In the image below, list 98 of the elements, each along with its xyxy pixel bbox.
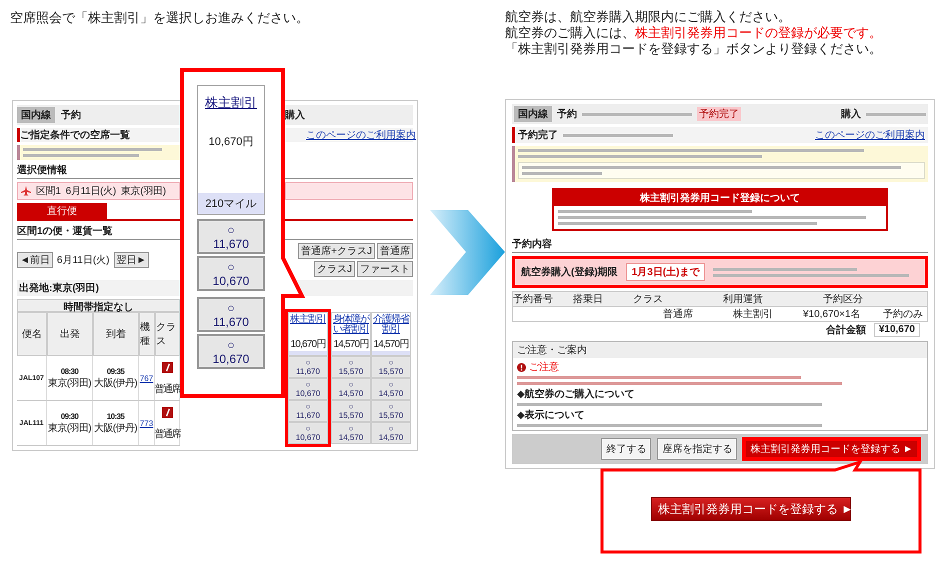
table-cell-text: ¥10,670×1名 bbox=[803, 308, 862, 321]
instruction-text: 航空券のご購入には、株主割引発券用コードの登録が必要です。 bbox=[505, 25, 883, 41]
fare-name-link[interactable]: 身体障がい者割引 bbox=[332, 315, 370, 335]
direct-flight-tab[interactable]: 直行便 bbox=[17, 203, 107, 219]
fare-option[interactable]: ○ 11,670 bbox=[288, 356, 328, 378]
fare-option[interactable]: ○ 11,670 bbox=[288, 400, 328, 422]
nav-step: 購入 bbox=[841, 107, 861, 121]
fare-name-link[interactable]: 株主割引 bbox=[290, 315, 326, 325]
column-header: 機種 bbox=[139, 312, 155, 356]
chevron-arrow-icon bbox=[430, 210, 505, 295]
arrival-airport: 大阪(伊丹) bbox=[94, 376, 138, 390]
notes-section-heading: ◆表示について bbox=[517, 408, 586, 422]
departure-label: 出発地:東京(羽田) bbox=[19, 283, 99, 294]
total-label: 合計金額 bbox=[826, 324, 866, 337]
fare-option-button[interactable]: ○ 11,670 bbox=[197, 219, 265, 254]
footer-button[interactable]: 座席を指定する bbox=[657, 438, 738, 460]
table-cell-text: 予約のみ bbox=[883, 308, 924, 321]
departure-airport: 東京(羽田) bbox=[48, 376, 92, 390]
fare-option[interactable]: ○ 14,570 bbox=[371, 422, 411, 444]
aircraft-link[interactable]: 773 bbox=[140, 418, 154, 428]
origin-label: 東京(羽田) bbox=[120, 184, 166, 198]
date-label: 6月11日(火) bbox=[66, 184, 116, 198]
footer-button[interactable]: 株主割引発券用コードを登録する ► bbox=[743, 438, 920, 460]
arrival-time: 10:35 bbox=[106, 412, 124, 420]
column-header: 予約番号 bbox=[513, 292, 554, 306]
table-cell-text: 株主割引 bbox=[733, 308, 774, 321]
fare-name-link[interactable]: 介護帰省割引 bbox=[372, 315, 410, 335]
table-header: 時間帯指定なし bbox=[17, 299, 180, 312]
help-link[interactable]: このページのご利用案内 bbox=[306, 128, 416, 142]
fare-option[interactable]: ○ 15,570 bbox=[371, 400, 411, 422]
caution-heading: ご注意 bbox=[529, 360, 559, 374]
aircraft-link[interactable]: 767 bbox=[140, 374, 154, 382]
nav-tab[interactable]: 国内線 bbox=[514, 106, 552, 122]
section-heading: 予約内容 bbox=[512, 237, 928, 253]
page-title: 予約完了 bbox=[518, 128, 558, 142]
fare-price: 14,570円 bbox=[374, 338, 408, 351]
arrival-time: 09:35 bbox=[106, 366, 124, 376]
total-amount: ¥10,670 bbox=[874, 323, 920, 337]
instruction-text: 「株主割引発券用コードを登録する」ボタンより登録ください。 bbox=[505, 41, 883, 57]
date-label: 6月11日(火) bbox=[56, 254, 110, 267]
class-filter-button[interactable]: 普通席 bbox=[377, 243, 413, 259]
column-header: 予約区分 bbox=[823, 293, 864, 306]
register-code-button[interactable]: 株主割引発券用コードを登録する ► bbox=[651, 497, 851, 521]
nav-step: 購入 bbox=[285, 108, 305, 122]
help-link[interactable]: このページのご利用案内 bbox=[815, 128, 925, 142]
column-header: 出発 bbox=[47, 312, 93, 356]
nav-tab[interactable]: 国内線 bbox=[17, 107, 55, 123]
table-cell-text: 普通席 bbox=[663, 308, 694, 321]
previous-day-button[interactable]: ◄前日 bbox=[17, 252, 53, 268]
fare-option-button[interactable]: ○ 10,670 bbox=[197, 256, 265, 291]
notes-section-heading: ◆航空券のご購入について bbox=[517, 387, 636, 401]
instruction-text: 航空券は、航空券購入期限内にご購入ください。 bbox=[505, 9, 792, 25]
column-header: 利用運賃 bbox=[723, 292, 764, 306]
class-label: 普通席 bbox=[154, 428, 180, 441]
fare-option-button[interactable]: ○ 10,670 bbox=[197, 334, 265, 369]
fare-option[interactable]: ○ 14,570 bbox=[331, 378, 371, 400]
class-j-icon bbox=[162, 406, 172, 418]
departure-time: 09:30 bbox=[60, 412, 78, 420]
info-box-title: 株主割引発券用コード登録について bbox=[554, 190, 886, 206]
fare-price: 14,570円 bbox=[334, 338, 368, 351]
departure-time: 08:30 bbox=[60, 366, 78, 376]
class-label: 普通席 bbox=[154, 382, 180, 396]
nav-step: 予約 bbox=[557, 107, 577, 121]
segment-label: 区間1 bbox=[36, 185, 61, 198]
fare-option[interactable]: ○ 15,570 bbox=[371, 356, 411, 378]
fare-price: 10,670円 bbox=[208, 135, 254, 149]
current-step-label: 予約完了 bbox=[697, 107, 741, 121]
next-day-button[interactable]: 翌日► bbox=[114, 252, 150, 268]
fare-option[interactable]: ○ 10,670 bbox=[288, 422, 328, 444]
plane-icon bbox=[21, 186, 31, 196]
fare-option[interactable]: ○ 14,570 bbox=[371, 378, 411, 400]
arrival-airport: 大阪(伊丹) bbox=[94, 422, 138, 434]
fare-option[interactable]: ○ 15,570 bbox=[331, 356, 371, 378]
deadline-label: 航空券購入(登録)期限 bbox=[521, 265, 618, 279]
fare-price: 10,670円 bbox=[290, 338, 326, 351]
footer-button[interactable]: 終了する bbox=[601, 438, 652, 460]
notes-title: ご注意・ご案内 bbox=[513, 342, 927, 358]
column-header: 搭乗日 bbox=[573, 292, 604, 306]
class-filter-button[interactable]: クラスJ bbox=[314, 261, 355, 277]
miles-label: 210マイル bbox=[198, 193, 264, 214]
column-header: 便名 bbox=[17, 312, 47, 356]
class-filter-button[interactable]: ファースト bbox=[357, 261, 413, 277]
column-header: クラス bbox=[633, 293, 664, 306]
fare-option-button[interactable]: ○ 11,670 bbox=[197, 297, 265, 332]
column-header: クラス bbox=[155, 312, 180, 356]
column-header: 到着 bbox=[93, 312, 139, 356]
deadline-date: 1月3日(土)まで bbox=[626, 263, 706, 281]
departure-airport: 東京(羽田) bbox=[48, 422, 92, 434]
fare-option[interactable]: ○ 10,670 bbox=[288, 378, 328, 400]
fare-option[interactable]: ○ 15,570 bbox=[331, 400, 371, 422]
fare-option[interactable]: ○ 14,570 bbox=[331, 422, 371, 444]
page-title: ご指定条件での空席一覧 bbox=[20, 128, 130, 142]
instruction-text: 空席照会で「株主割引」を選択しお進みください。 bbox=[10, 9, 310, 27]
nav-step: 予約 bbox=[61, 108, 81, 122]
fare-name-link[interactable]: 株主割引 bbox=[205, 94, 257, 112]
class-j-icon bbox=[162, 362, 172, 372]
class-filter-button[interactable]: 普通席+クラスJ bbox=[298, 243, 375, 259]
warning-icon bbox=[517, 362, 526, 372]
